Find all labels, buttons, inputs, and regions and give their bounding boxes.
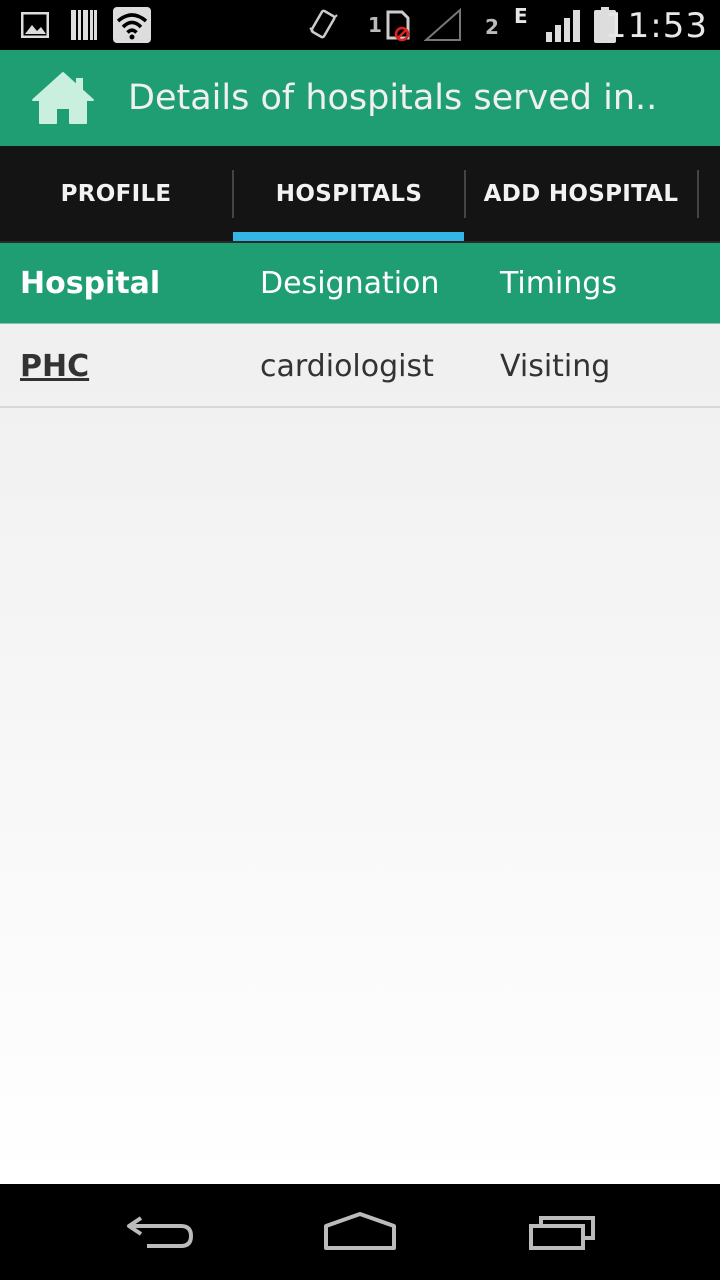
sim2-label: 2	[485, 15, 499, 39]
page-title: Details of hospitals served in..	[128, 78, 658, 118]
table-header: Hospital Designation Timings	[0, 243, 720, 324]
signal-icon	[544, 8, 582, 42]
tab-profile[interactable]: PROFILE	[0, 146, 232, 242]
hospital-link[interactable]: PHC	[20, 324, 89, 408]
tab-divider	[697, 170, 699, 218]
designation-cell: cardiologist	[260, 348, 434, 384]
tab-bar: PROFILE HOSPITALS ADD HOSPITAL	[0, 146, 720, 242]
home-icon[interactable]	[30, 70, 96, 126]
tab-hospitals[interactable]: HOSPITALS	[233, 146, 465, 242]
home-nav-icon[interactable]	[312, 1204, 408, 1260]
table-row: PHC cardiologist Visiting	[0, 324, 720, 408]
wifi-icon	[113, 7, 151, 43]
tab-add-hospital[interactable]: ADD HOSPITAL	[465, 146, 697, 242]
navigation-bar	[0, 1184, 720, 1280]
sim1-label: 1	[368, 13, 382, 37]
signal-empty-icon	[424, 8, 462, 42]
network-type-label: E	[514, 4, 528, 28]
image-icon	[20, 10, 50, 40]
column-header-timings: Timings	[500, 266, 617, 301]
content-area: Hospital Designation Timings PHC cardiol…	[0, 243, 720, 1184]
barcode-icon	[70, 9, 98, 41]
status-bar: 1 2 E 11:53	[0, 0, 720, 50]
recents-icon[interactable]	[514, 1204, 610, 1260]
clock: 11:53	[605, 6, 708, 46]
column-header-hospital: Hospital	[20, 266, 161, 301]
vibrate-icon	[306, 8, 340, 42]
sim-blocked-icon	[384, 10, 412, 42]
column-header-designation: Designation	[260, 266, 440, 301]
action-bar: Details of hospitals served in..	[0, 50, 720, 146]
back-icon[interactable]	[112, 1204, 208, 1260]
timings-cell: Visiting	[500, 348, 611, 384]
